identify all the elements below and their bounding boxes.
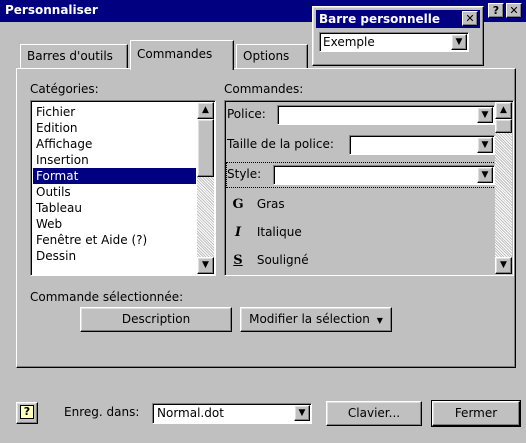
category-item[interactable]: Fichier bbox=[33, 104, 196, 120]
close-button-label: Fermer bbox=[454, 406, 498, 420]
category-item[interactable]: Edition bbox=[33, 120, 196, 136]
categories-scrollbar[interactable]: ▲ ▼ bbox=[197, 102, 214, 274]
help-button[interactable]: ? bbox=[16, 402, 38, 424]
command-italique-label: Italique bbox=[256, 225, 302, 239]
category-item[interactable]: Tableau bbox=[33, 200, 196, 216]
custom-toolbar-dropdown[interactable]: Exemple ▼ bbox=[319, 32, 469, 52]
scroll-down-icon[interactable]: ▼ bbox=[495, 257, 512, 274]
close-icon[interactable]: ✕ bbox=[462, 11, 478, 26]
command-souligne[interactable]: S Souligné bbox=[227, 249, 497, 273]
categories-label: Catégories: bbox=[30, 82, 99, 96]
command-police[interactable]: Police: ▼ bbox=[227, 103, 497, 127]
category-item[interactable]: Insertion bbox=[33, 152, 196, 168]
chevron-down-icon[interactable]: ▼ bbox=[477, 137, 493, 153]
command-taille[interactable]: Taille de la police: ▼ bbox=[227, 133, 497, 157]
chevron-down-icon[interactable]: ▼ bbox=[451, 34, 467, 50]
tab-options-label: Options bbox=[243, 49, 290, 63]
custom-toolbar-dropdown-value: Exemple bbox=[323, 35, 375, 49]
tab-commandes-label: Commandes bbox=[137, 47, 213, 61]
style-combo[interactable]: ▼ bbox=[273, 165, 495, 185]
keyboard-button[interactable]: Clavier... bbox=[326, 401, 422, 426]
custom-toolbar-popup[interactable]: Barre personnelle ✕ Exemple ▼ bbox=[312, 6, 484, 66]
category-item[interactable]: Outils bbox=[33, 184, 196, 200]
scroll-up-icon[interactable]: ▲ bbox=[495, 102, 512, 119]
close-icon[interactable]: ✕ bbox=[506, 3, 522, 18]
italic-icon: I bbox=[234, 225, 242, 240]
description-button-label: Description bbox=[121, 312, 191, 326]
scroll-thumb[interactable] bbox=[495, 119, 512, 133]
command-style-label: Style: bbox=[227, 167, 262, 181]
bold-icon: G bbox=[232, 197, 244, 212]
scroll-down-icon[interactable]: ▼ bbox=[197, 257, 214, 274]
police-combo[interactable]: ▼ bbox=[277, 105, 495, 125]
commands-scrollbar[interactable]: ▲ ▼ bbox=[495, 102, 512, 274]
dropdown-arrow-icon: ▼ bbox=[376, 316, 383, 325]
scroll-up-icon[interactable]: ▲ bbox=[197, 102, 214, 119]
custom-toolbar-titlebar[interactable]: Barre personnelle ✕ bbox=[316, 10, 480, 28]
selected-command-label: Commande sélectionnée: bbox=[30, 290, 184, 304]
category-item[interactable]: Web bbox=[33, 216, 196, 232]
tab-barres-outils-label: Barres d'outils bbox=[27, 49, 113, 63]
category-item[interactable]: Format bbox=[33, 168, 196, 184]
window-title: Personnaliser bbox=[5, 3, 98, 17]
tab-options[interactable]: Options bbox=[236, 44, 308, 68]
close-button[interactable]: Fermer bbox=[431, 400, 521, 427]
category-item[interactable]: Dessin bbox=[33, 248, 196, 264]
command-italique[interactable]: I Italique bbox=[227, 221, 497, 245]
modify-selection-label: Modifier la sélection bbox=[249, 312, 370, 326]
chevron-down-icon[interactable]: ▼ bbox=[477, 107, 493, 123]
save-in-dropdown[interactable]: Normal.dot ▼ bbox=[152, 403, 312, 424]
category-item[interactable]: Affichage bbox=[33, 136, 196, 152]
categories-list[interactable]: Fichier Edition Affichage Insertion Format Ou… bbox=[30, 100, 216, 276]
command-gras[interactable]: G Gras bbox=[227, 193, 497, 217]
scroll-thumb[interactable] bbox=[197, 119, 214, 177]
modify-selection-button[interactable]: Modifier la sélection ▼ bbox=[240, 307, 392, 332]
keyboard-button-label: Clavier... bbox=[347, 406, 401, 420]
save-in-label: Enreg. dans: bbox=[64, 405, 140, 419]
help-icon: ? bbox=[20, 405, 34, 419]
command-gras-label: Gras bbox=[256, 197, 285, 211]
underline-icon: S bbox=[233, 253, 243, 268]
taille-combo[interactable]: ▼ bbox=[349, 135, 495, 155]
help-button[interactable]: ? bbox=[488, 3, 504, 18]
description-button[interactable]: Description bbox=[80, 307, 232, 332]
commands-list[interactable]: Police: ▼ Taille de la police: ▼ Style: … bbox=[224, 100, 514, 276]
category-item[interactable]: Fenêtre et Aide (?) bbox=[33, 232, 196, 248]
save-in-value: Normal.dot bbox=[157, 406, 224, 420]
command-taille-label: Taille de la police: bbox=[227, 137, 334, 151]
tab-commandes[interactable]: Commandes bbox=[130, 40, 234, 70]
command-style[interactable]: Style: ▼ bbox=[226, 162, 498, 188]
tab-barres-outils[interactable]: Barres d'outils bbox=[20, 44, 128, 68]
commands-label: Commandes: bbox=[224, 82, 304, 96]
chevron-down-icon[interactable]: ▼ bbox=[294, 405, 310, 421]
chevron-down-icon[interactable]: ▼ bbox=[477, 167, 493, 183]
command-police-label: Police: bbox=[227, 107, 266, 121]
command-souligne-label: Souligné bbox=[256, 253, 309, 267]
custom-toolbar-title: Barre personnelle bbox=[319, 12, 441, 26]
